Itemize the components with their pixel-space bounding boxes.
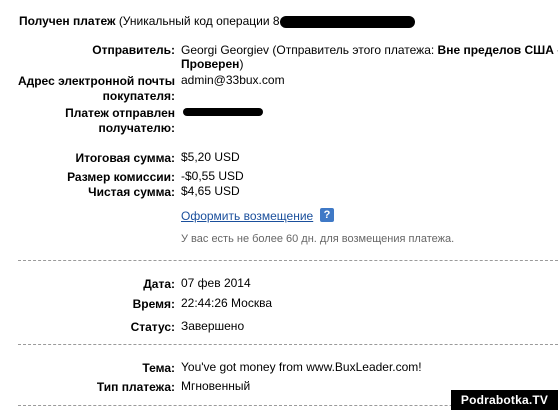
total-value: $5,20 USD (181, 150, 240, 164)
payment-type-label: Тип платежа: (96, 380, 175, 394)
buyer-email-value: admin@33bux.com (181, 73, 285, 87)
buyer-email-label-2: покупателя: (102, 89, 175, 103)
time-label: Время: (132, 297, 175, 311)
page-title: Получен платеж (19, 14, 116, 28)
payment-type-value: Мгновенный (181, 379, 251, 393)
net-label: Чистая сумма: (88, 185, 175, 199)
sender-label: Отправитель: (92, 43, 175, 57)
status-label: Статус: (130, 320, 175, 334)
refund-link[interactable]: Оформить возмещение (181, 209, 313, 223)
sender-name: Georgi Georgiev (Отправитель этого плате… (181, 43, 438, 57)
refund-note: У вас есть не более 60 дн. для возмещени… (181, 233, 455, 245)
help-icon[interactable]: ? (320, 208, 334, 222)
redaction-bar-recipient (183, 108, 263, 116)
date-value: 07 фев 2014 (181, 276, 251, 290)
net-value: $4,65 USD (181, 184, 240, 198)
status-value: Завершено (181, 319, 245, 333)
fee-value: -$0,55 USD (181, 169, 244, 183)
sent-to-label-2: получателю: (98, 121, 175, 135)
sender-location: Вне пределов США - (437, 43, 558, 57)
subject-value: You've got money from www.BuxLeader.com! (181, 360, 422, 374)
divider (18, 260, 558, 261)
sender-paren: ) (239, 57, 244, 71)
operation-code-label: (Уникальный код операции 8. (118, 14, 283, 28)
redaction-bar (280, 16, 415, 28)
sender-value: Georgi Georgiev (Отправитель этого плате… (181, 43, 558, 57)
time-value: 22:44:26 Москва (181, 296, 273, 310)
fee-label: Размер комиссии: (67, 170, 175, 184)
buyer-email-label: Адрес электронной почты (17, 74, 175, 88)
watermark: Podrabotka.TV (451, 390, 558, 410)
date-label: Дата: (143, 277, 175, 291)
payment-header: Получен платеж (Уникальный код операции … (19, 14, 283, 28)
subject-label: Тема: (142, 361, 175, 375)
divider (18, 344, 558, 345)
sender-value-line2: Проверен) (181, 57, 243, 71)
sender-verified: Проверен (181, 57, 240, 71)
total-label: Итоговая сумма: (75, 151, 175, 165)
sent-to-label: Платеж отправлен (65, 106, 175, 120)
